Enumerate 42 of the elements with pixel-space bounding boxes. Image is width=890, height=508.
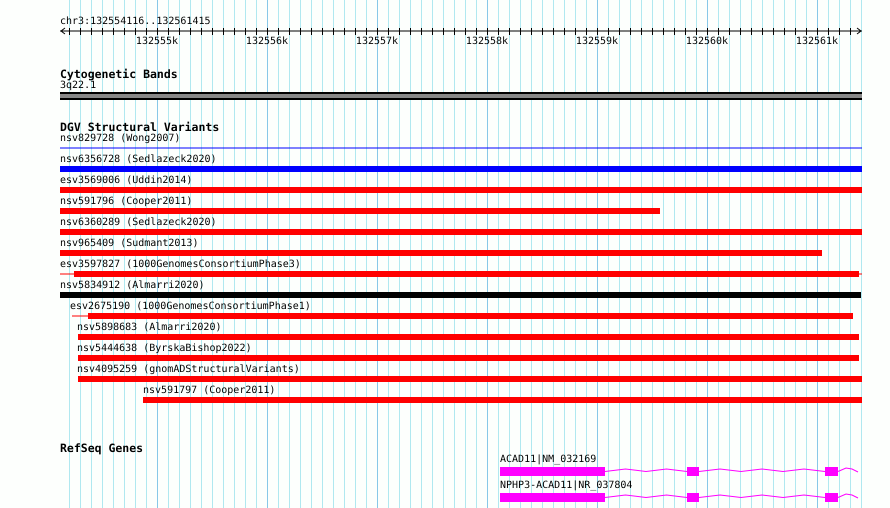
- variant-bar[interactable]: [78, 376, 862, 382]
- variant-label: nsv591796 (Cooper2011): [60, 196, 192, 207]
- variant-label: nsv4095259 (gnomADStructuralVariants): [77, 364, 300, 375]
- variant-bar[interactable]: [60, 271, 862, 277]
- variant-bar[interactable]: [72, 313, 853, 319]
- track-title: DGV Structural Variants: [60, 121, 220, 133]
- variant-label: nsv591797 (Cooper2011): [143, 385, 276, 396]
- variant-label: nsv5834912 (Almarri2020): [60, 280, 204, 291]
- gene-model-drawing[interactable]: [500, 493, 858, 502]
- scale-label: 132561k: [796, 36, 838, 47]
- variant-label: esv2675190 (1000GenomesConsortiumPhase1): [70, 301, 311, 312]
- variant-bar[interactable]: [60, 250, 822, 256]
- variant-label: nsv5898683 (Almarri2020): [77, 322, 222, 333]
- variant-label: nsv5444638 (ByrskaBishop2022): [77, 343, 252, 354]
- gene-label: ACAD11|NM_032169: [500, 454, 598, 465]
- scale-label: 132557k: [356, 36, 398, 47]
- variant-bar[interactable]: [78, 334, 859, 340]
- variant-bar[interactable]: [60, 208, 660, 214]
- variant-label: esv3597827 (1000GenomesConsortiumPhase3): [60, 259, 301, 270]
- variant-bar[interactable]: [60, 229, 862, 235]
- variant-bar[interactable]: [60, 187, 862, 193]
- variant-label: nsv6356728 (Sedlazeck2020): [60, 154, 217, 165]
- variant-bar[interactable]: [60, 166, 862, 172]
- scale-label: 132558k: [466, 36, 508, 47]
- cytoband-bar[interactable]: [60, 92, 862, 100]
- track-title: RefSeq Genes: [60, 442, 144, 454]
- gene-label: NPHP3-ACAD11|NR_037804: [500, 480, 634, 491]
- scale-label: 132560k: [686, 36, 728, 47]
- track-title: Cytogenetic Bands: [60, 68, 179, 80]
- variant-label: nsv6360289 (Sedlazeck2020): [60, 217, 217, 228]
- variant-label: nsv965409 (Sudmant2013): [60, 238, 198, 249]
- location-label: chr3:132554116..132561415: [60, 16, 212, 27]
- scale-label: 132559k: [576, 36, 618, 47]
- band-label: 3q22.1: [60, 80, 96, 91]
- variant-label: nsv829728 (Wong2007): [60, 133, 180, 144]
- gene-model-drawing[interactable]: [500, 467, 858, 476]
- scale-label: 132556k: [246, 36, 288, 47]
- variant-bar[interactable]: [60, 292, 861, 298]
- variant-bar[interactable]: [78, 355, 859, 361]
- variant-bar[interactable]: [143, 397, 862, 403]
- variant-label: esv3569006 (Uddin2014): [60, 175, 192, 186]
- scale-label: 132555k: [136, 36, 178, 47]
